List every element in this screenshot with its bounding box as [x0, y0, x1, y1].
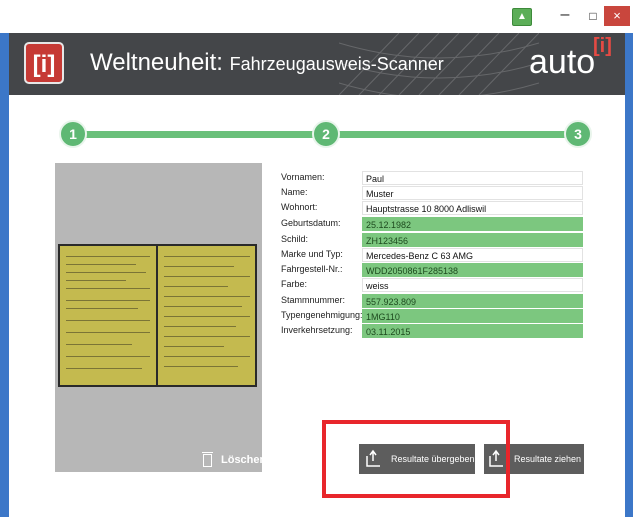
- field-label: Schild:: [281, 234, 309, 244]
- field-master-number[interactable]: 557.923.809: [362, 294, 583, 308]
- step-2-indicator: 2: [312, 120, 340, 148]
- delete-scan-button[interactable]: Löschen: [221, 454, 266, 466]
- step-3-indicator: 3: [564, 120, 592, 148]
- app-title: Weltneuheit: Fahrzeugausweis-Scanner: [90, 49, 444, 77]
- field-name[interactable]: Muster: [362, 186, 583, 200]
- field-type-approval[interactable]: 1MG110: [362, 309, 583, 323]
- field-label: Vornamen:: [281, 172, 325, 182]
- close-button[interactable]: ×: [604, 6, 630, 26]
- tray-app-icon[interactable]: ▲: [512, 8, 532, 26]
- field-birthdate[interactable]: 25.12.1982: [362, 217, 583, 231]
- field-label: Fahrgestell-Nr.:: [281, 264, 343, 274]
- app-title-subtitle: Fahrzeugausweis-Scanner: [229, 54, 444, 74]
- field-label: Inverkehrsetzung:: [281, 325, 353, 335]
- app-title-main: Weltneuheit:: [90, 49, 223, 76]
- window-frame-left: [0, 33, 9, 517]
- trash-icon[interactable]: [202, 452, 213, 467]
- field-color[interactable]: weiss: [362, 278, 583, 292]
- scanned-document-image: [58, 244, 257, 387]
- field-label: Wohnort:: [281, 202, 318, 212]
- field-label: Typengenehmigung:: [281, 310, 363, 320]
- field-plate[interactable]: ZH123456: [362, 233, 583, 247]
- minimize-button[interactable]: –: [552, 6, 578, 26]
- field-label: Name:: [281, 187, 308, 197]
- step-1-indicator: 1: [59, 120, 87, 148]
- field-address[interactable]: Hauptstrasse 10 8000 Adliswil: [362, 201, 583, 215]
- field-label: Marke und Typ:: [281, 249, 343, 259]
- brand-logo-mark: [i]: [593, 35, 612, 57]
- field-registration-date[interactable]: 03.11.2015: [362, 324, 583, 338]
- window-title-bar: ▲ – □ ×: [0, 0, 633, 33]
- brand-logo-text: auto: [529, 43, 596, 81]
- app-header: [i] Weltneuheit: Fahrzeugausweis-Scanner…: [9, 33, 625, 95]
- annotation-highlight-box: [322, 420, 510, 498]
- field-label: Farbe:: [281, 279, 308, 289]
- field-make-model[interactable]: Mercedes-Benz C 63 AMG: [362, 248, 583, 262]
- pull-results-label: Resultate ziehen: [514, 454, 582, 464]
- field-label: Stammnummer:: [281, 295, 346, 305]
- field-vin[interactable]: WDD2050861F285138: [362, 263, 583, 277]
- app-logo: [i]: [24, 42, 64, 84]
- field-label: Geburtsdatum:: [281, 218, 341, 228]
- window-frame-right: [625, 33, 633, 517]
- field-firstname[interactable]: Paul: [362, 171, 583, 185]
- maximize-button[interactable]: □: [580, 6, 606, 26]
